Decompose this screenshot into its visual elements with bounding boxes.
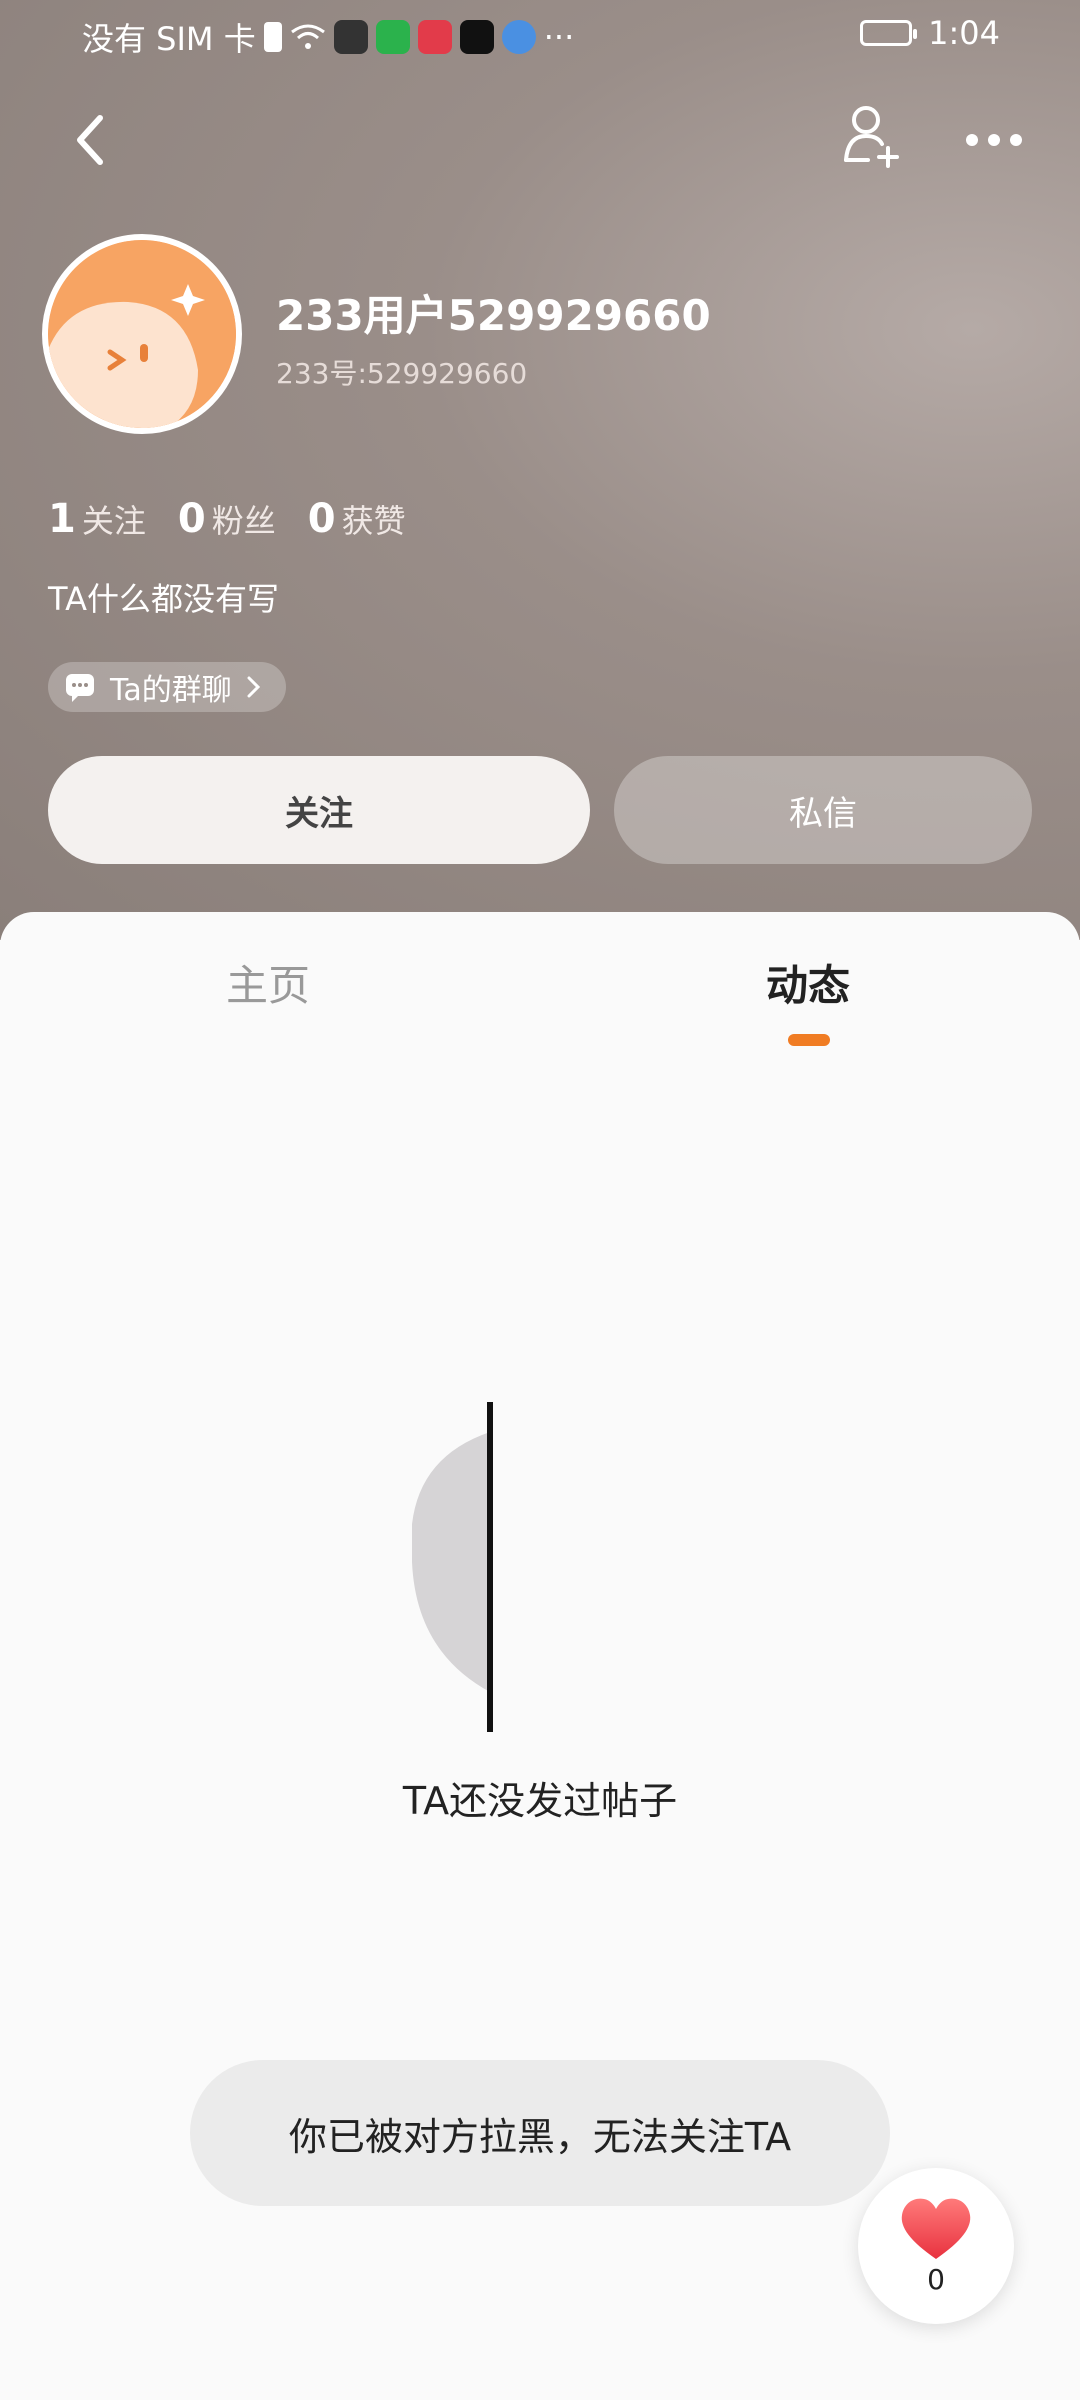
stat-followers[interactable]: 0 粉丝 — [178, 496, 276, 542]
user-id: 233号:529929660 — [276, 357, 528, 390]
browser-app-icon — [501, 20, 536, 54]
group-chat-label: Ta的群聊 — [110, 673, 232, 708]
stat-number: 0 — [307, 496, 336, 542]
add-friend-icon — [844, 106, 899, 168]
carrier-text: 没有 SIM 卡 — [82, 20, 256, 58]
back-arrow-icon — [77, 115, 103, 165]
like-button[interactable]: 0 — [858, 2168, 1014, 2324]
empty-state-illustration — [412, 1402, 493, 1732]
status-left: 没有 SIM 卡 ··· — [82, 14, 574, 60]
stat-number: 1 — [48, 496, 76, 542]
stat-label: 关注 — [81, 502, 146, 540]
sim-alert-icon — [263, 22, 282, 52]
heart-icon — [901, 2198, 971, 2259]
follow-button[interactable]: 关注 — [48, 756, 590, 864]
chat-bubble-icon — [66, 674, 94, 702]
top-nav — [0, 100, 1080, 180]
stat-label: 获赞 — [341, 502, 406, 540]
chevron-right-icon — [247, 676, 260, 698]
stat-number: 0 — [177, 496, 206, 542]
empty-state-text: TA还没发过帖子 — [402, 1779, 678, 1823]
bio: TA什么都没有写 — [48, 580, 279, 618]
avatar-mascot-icon — [48, 240, 236, 428]
more-notifications-icon: ··· — [543, 18, 575, 56]
app-notification-icon — [333, 20, 368, 54]
active-tab-indicator — [788, 1034, 830, 1046]
message-button[interactable]: 私信 — [614, 756, 1032, 864]
stat-likes: 0 获赞 — [308, 496, 406, 542]
more-dots-icon — [966, 134, 1022, 146]
stat-following[interactable]: 1 关注 — [48, 496, 146, 542]
battery-icon — [860, 20, 918, 46]
wifi-icon — [290, 24, 325, 49]
like-count: 0 — [927, 2262, 945, 2296]
back-button[interactable] — [70, 100, 140, 180]
iqiyi-app-icon — [375, 20, 410, 54]
status-right: 1:04 — [860, 14, 1000, 52]
status-bar: 没有 SIM 卡 ··· 1:04 — [0, 0, 1080, 70]
tab-feed[interactable]: 动态 — [766, 952, 850, 1013]
toast-message: 你已被对方拉黑，无法关注TA — [190, 2060, 890, 2206]
capcut-app-icon — [459, 20, 494, 54]
username: 233用户529929660 — [276, 291, 711, 340]
stat-label: 粉丝 — [211, 502, 276, 540]
profile-header-background: 没有 SIM 卡 ··· 1:04 233用户529929660 233号:52… — [0, 0, 1080, 940]
group-chat-chip[interactable]: Ta的群聊 — [48, 662, 286, 712]
avatar[interactable] — [42, 234, 242, 434]
reader-app-icon — [417, 20, 452, 54]
clock: 1:04 — [928, 14, 1000, 52]
add-friend-button[interactable] — [838, 100, 918, 180]
more-options-button[interactable] — [960, 110, 1030, 170]
tab-home[interactable]: 主页 — [226, 952, 310, 1013]
stats-row: 1 关注 0 粉丝 0 获赞 — [48, 496, 406, 542]
